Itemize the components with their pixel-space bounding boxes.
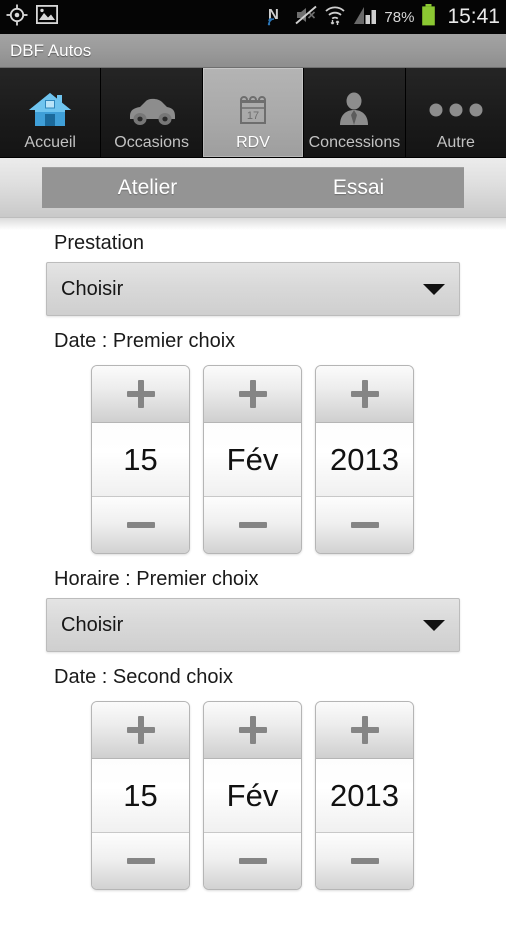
segment-atelier[interactable]: Atelier — [42, 167, 253, 208]
plus-icon-vertical — [361, 716, 368, 744]
plus-icon-vertical — [137, 380, 144, 408]
stepper-month-premier-decrement[interactable] — [204, 496, 301, 553]
tab-label-autre: Autre — [436, 134, 475, 151]
tab-occasions[interactable]: Occasions — [101, 68, 203, 157]
tab-label-occasions: Occasions — [114, 134, 189, 151]
label-prestation: Prestation — [54, 232, 145, 254]
wifi-icon — [324, 4, 346, 31]
chevron-down-icon — [423, 283, 445, 295]
plus-icon-vertical — [137, 716, 144, 744]
nfc-icon: N — [266, 4, 288, 31]
minus-icon — [126, 858, 155, 864]
calendar-icon: 17 — [233, 87, 273, 133]
segmented-control-header: Atelier Essai — [0, 158, 506, 218]
stepper-day-premier-increment[interactable] — [92, 366, 189, 423]
stepper-month-premier-increment[interactable] — [204, 366, 301, 423]
stepper-month-second-value: Fév — [204, 759, 301, 832]
stepper-day-second-value: 15 — [92, 759, 189, 832]
stepper-row-date-second: 15 Fév 2013 — [0, 701, 506, 890]
svg-text:17: 17 — [247, 110, 259, 122]
stepper-month-second-increment[interactable] — [204, 702, 301, 759]
battery-icon — [421, 3, 436, 31]
stepper-month-second-decrement[interactable] — [204, 832, 301, 889]
car-icon — [126, 87, 178, 133]
stepper-year-second: 2013 — [315, 701, 414, 890]
select-horaire-premier[interactable]: Choisir — [46, 598, 460, 652]
gallery-icon — [35, 4, 59, 29]
stepper-year-second-increment[interactable] — [316, 702, 413, 759]
signal-icon — [353, 5, 377, 30]
stepper-year-premier-value: 2013 — [316, 423, 413, 496]
stepper-day-premier-decrement[interactable] — [92, 496, 189, 553]
tab-bar: Accueil Occasions 17 RDV Concessions Aut… — [0, 68, 506, 158]
stepper-month-second: Fév — [203, 701, 302, 890]
status-bar-left-icons — [6, 4, 59, 31]
person-icon — [336, 87, 372, 133]
select-prestation-value: Choisir — [61, 277, 124, 300]
tab-rdv[interactable]: 17 RDV — [202, 68, 305, 157]
minus-icon — [350, 522, 379, 528]
stepper-year-second-value: 2013 — [316, 759, 413, 832]
stepper-row-date-premier: 15 Fév 2013 — [0, 365, 506, 554]
stepper-year-premier-decrement[interactable] — [316, 496, 413, 553]
label-horaire-premier-choix: Horaire : Premier choix — [54, 568, 259, 590]
stepper-day-premier: 15 — [91, 365, 190, 554]
mute-icon — [295, 5, 318, 30]
segment-label-atelier: Atelier — [117, 175, 178, 199]
chevron-down-icon — [423, 619, 445, 631]
tab-accueil[interactable]: Accueil — [0, 68, 102, 157]
minus-icon — [238, 858, 267, 864]
tab-label-accueil: Accueil — [24, 134, 76, 151]
minus-icon — [238, 522, 267, 528]
stepper-year-premier-increment[interactable] — [316, 366, 413, 423]
stepper-day-premier-value: 15 — [92, 423, 189, 496]
plus-icon-vertical — [249, 380, 256, 408]
app-title-bar: DBF Autos — [0, 34, 506, 68]
tab-label-concessions: Concessions — [308, 134, 401, 151]
more-dots-icon — [427, 87, 485, 133]
app-title: DBF Autos — [10, 40, 92, 60]
stepper-year-second-decrement[interactable] — [316, 832, 413, 889]
minus-icon — [350, 858, 379, 864]
tab-concessions[interactable]: Concessions — [304, 68, 406, 157]
form-content[interactable]: Prestation Choisir Date : Premier choix … — [0, 218, 506, 934]
tab-label-rdv: RDV — [236, 134, 270, 151]
stepper-day-second-decrement[interactable] — [92, 832, 189, 889]
stepper-year-premier: 2013 — [315, 365, 414, 554]
status-bar: N 78% 15:41 — [0, 0, 506, 34]
select-horaire-premier-value: Choisir — [61, 613, 124, 636]
plus-icon-vertical — [249, 716, 256, 744]
minus-icon — [126, 522, 155, 528]
gps-icon — [6, 4, 28, 31]
stepper-day-second-increment[interactable] — [92, 702, 189, 759]
home-icon — [27, 87, 73, 133]
stepper-day-second: 15 — [91, 701, 190, 890]
tab-autre[interactable]: Autre — [405, 68, 506, 157]
plus-icon-vertical — [361, 380, 368, 408]
battery-percent-label: 78% — [384, 8, 415, 26]
status-bar-clock: 15:41 — [447, 5, 500, 28]
stepper-month-premier-value: Fév — [204, 423, 301, 496]
label-date-second-choix: Date : Second choix — [54, 666, 233, 688]
stepper-month-premier: Fév — [203, 365, 302, 554]
segment-label-essai: Essai — [332, 175, 385, 199]
label-date-premier-choix: Date : Premier choix — [54, 330, 236, 352]
segmented-control: Atelier Essai — [42, 167, 464, 208]
select-prestation[interactable]: Choisir — [46, 262, 460, 316]
status-bar-right-icons: N 78% 15:41 — [266, 3, 500, 31]
segment-essai[interactable]: Essai — [253, 167, 464, 208]
